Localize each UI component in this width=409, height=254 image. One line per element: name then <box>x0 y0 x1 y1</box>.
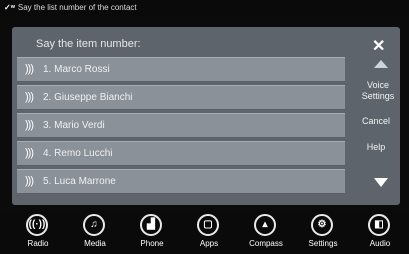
nav-audio[interactable]: ◧ Audio <box>356 210 404 254</box>
voice-settings-button[interactable]: Voice Settings <box>352 80 404 102</box>
speech-icon: ))) <box>25 175 34 187</box>
radio-icon: ((·)) <box>26 214 48 236</box>
compass-icon: ▴ <box>254 214 276 236</box>
nav-settings[interactable]: ⚙ Settings <box>299 210 347 254</box>
status-bar: ✓ʷ Say the list number of the contact <box>0 0 409 16</box>
list-item[interactable]: ))) 3. Mario Verdi <box>17 113 345 138</box>
speech-icon: ))) <box>25 147 34 159</box>
nav-label: Phone <box>140 239 164 248</box>
audio-icon: ◧ <box>368 214 390 236</box>
help-button[interactable]: Help <box>350 142 402 153</box>
cancel-button[interactable]: Cancel <box>350 116 402 127</box>
nav-label: Settings <box>308 239 338 248</box>
contact-list: ))) 1. Marco Rossi ))) 2. Giuseppe Bianchi… <box>17 57 345 197</box>
list-item-label: 3. Mario Verdi <box>43 120 105 131</box>
speech-icon: ))) <box>25 91 34 103</box>
list-item[interactable]: ))) 1. Marco Rossi <box>17 57 345 82</box>
nav-compass[interactable]: ▴ Compass <box>242 210 290 254</box>
speech-icon: ))) <box>25 63 34 75</box>
list-item-label: 1. Marco Rossi <box>43 64 110 75</box>
apps-icon: ▢ <box>197 214 219 236</box>
settings-icon: ⚙ <box>311 214 333 236</box>
uconnect-screen: ✓ʷ Say the list number of the contact Say… <box>0 0 409 254</box>
nav-label: Media <box>84 239 106 248</box>
scroll-down-icon[interactable] <box>374 178 388 187</box>
nav-apps[interactable]: ▢ Apps <box>185 210 233 254</box>
media-icon: ♫ <box>83 214 105 236</box>
nav-phone[interactable]: ▟ Phone <box>128 210 176 254</box>
nav-label: Apps <box>199 239 219 248</box>
status-text: Say the list number of the contact <box>17 3 137 12</box>
scroll-up-icon[interactable] <box>374 60 388 68</box>
list-item[interactable]: ))) 4. Remo Lucchi <box>17 141 345 166</box>
nav-label: Radio <box>27 239 49 248</box>
list-item-label: 4. Remo Lucchi <box>43 148 113 159</box>
nav-label: Compass <box>249 239 283 248</box>
list-item[interactable]: ))) 2. Giuseppe Bianchi <box>17 85 345 110</box>
list-item[interactable]: ))) 5. Luca Marrone <box>17 169 345 194</box>
phone-icon: ▟ <box>140 214 162 236</box>
close-icon[interactable]: ✕ <box>372 36 385 56</box>
list-item-label: 5. Luca Marrone <box>43 176 116 187</box>
voice-command-icon: ✓ʷ <box>4 3 15 12</box>
list-item-label: 2. Giuseppe Bianchi <box>43 92 133 103</box>
speech-icon: ))) <box>25 119 34 131</box>
nav-label: Audio <box>369 239 391 248</box>
nav-media[interactable]: ♫ Media <box>71 210 119 254</box>
nav-radio[interactable]: ((·)) Radio <box>14 210 62 254</box>
dialog-prompt: Say the item number: <box>36 38 141 50</box>
